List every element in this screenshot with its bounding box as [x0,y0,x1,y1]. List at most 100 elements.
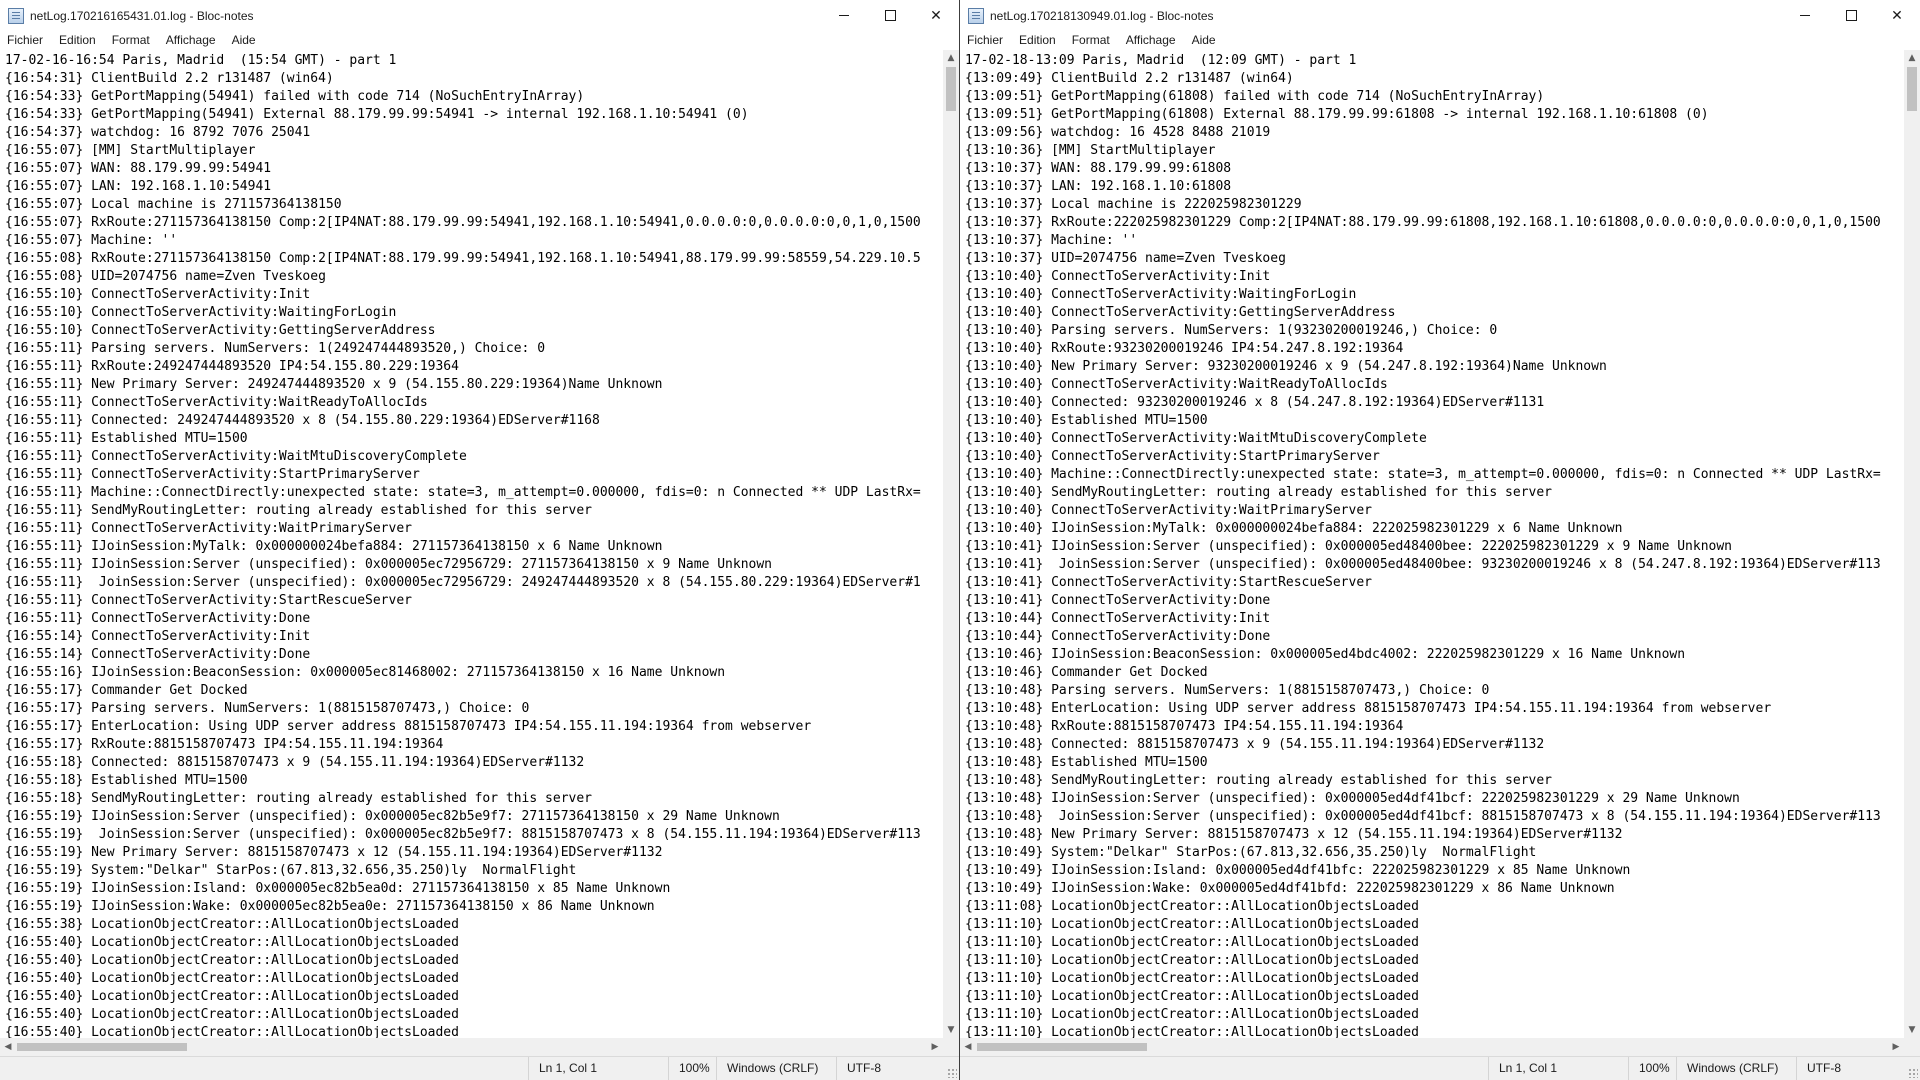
log-line: {16:55:17} RxRoute:8815158707473 IP4:54.… [5,737,444,752]
log-line: {16:55:11} RxRoute:249247444893520 IP4:5… [5,359,459,374]
log-line: {16:55:18} Connected: 8815158707473 x 9 … [5,755,585,770]
log-text: 17-02-16-16:54 Paris, Madrid (15:54 GMT)… [0,50,943,1038]
title-bar[interactable]: netLog.170218130949.01.log - Bloc-notes … [960,0,1920,31]
scrollbar-corner [1904,1038,1920,1056]
log-line: {13:09:56} watchdog: 16 4528 8488 21019 [965,125,1271,140]
menu-edition[interactable]: Edition [51,31,104,50]
log-line: {16:55:40} LocationObjectCreator::AllLoc… [5,971,459,986]
maximize-icon[interactable] [1828,0,1874,31]
log-line: {13:10:44} ConnectToServerActivity:Done [965,629,1271,644]
zoom-level: 100% [1628,1057,1676,1080]
scrollbar-corner [943,1038,959,1056]
log-line: {13:10:40} Established MTU=1500 [965,413,1208,428]
menu-aide[interactable]: Aide [1184,31,1224,50]
scroll-right-icon[interactable]: ▶ [927,1038,943,1056]
log-line: {13:10:40} SendMyRoutingLetter: routing … [965,485,1552,500]
window-controls: ✕ [821,0,959,31]
resize-grip-icon[interactable] [947,1068,957,1078]
close-icon[interactable]: ✕ [1874,0,1920,31]
close-icon[interactable]: ✕ [913,0,959,31]
log-line: {16:55:11} IJoinSession:Server (unspecif… [5,557,773,572]
log-line: {13:10:40} ConnectToServerActivity:WaitR… [965,377,1388,392]
scroll-left-icon[interactable]: ◀ [960,1038,976,1056]
log-line: {13:10:40} ConnectToServerActivity:WaitM… [965,431,1427,446]
log-line: {13:11:10} LocationObjectCreator::AllLoc… [965,971,1419,986]
log-line: {13:10:48} JoinSession:Server (unspecifi… [965,809,1881,824]
log-line: {16:55:11} ConnectToServerActivity:WaitM… [5,449,467,464]
menu-aide[interactable]: Aide [224,31,264,50]
zoom-level: 100% [668,1057,716,1080]
log-line: {16:55:10} ConnectToServerActivity:Getti… [5,323,436,338]
log-line: {13:11:10} LocationObjectCreator::AllLoc… [965,917,1419,932]
log-line: {13:09:49} ClientBuild 2.2 r131487 (win6… [965,71,1294,86]
log-line: {13:10:40} IJoinSession:MyTalk: 0x000000… [965,521,1623,536]
log-line: {13:10:48} Established MTU=1500 [965,755,1208,770]
scroll-thumb[interactable] [977,1043,1147,1051]
minimize-icon[interactable] [821,0,867,31]
text-editor[interactable]: 17-02-16-16:54 Paris, Madrid (15:54 GMT)… [0,50,943,1038]
encoding: UTF-8 [1796,1057,1920,1080]
log-line: {16:55:08} RxRoute:271157364138150 Comp:… [5,251,921,266]
menu-affichage[interactable]: Affichage [158,31,224,50]
resize-grip-icon[interactable] [1908,1068,1918,1078]
scroll-down-icon[interactable]: ▼ [943,1022,959,1038]
notepad-window-left: netLog.170216165431.01.log - Bloc-notes … [0,0,959,1080]
log-line: {13:10:44} ConnectToServerActivity:Init [965,611,1271,626]
window-controls: ✕ [1782,0,1920,31]
scroll-thumb[interactable] [946,67,956,111]
horizontal-scrollbar[interactable]: ◀ ▶ [960,1038,1904,1056]
window-title: netLog.170216165431.01.log - Bloc-notes [30,8,254,23]
log-line: {16:55:11} IJoinSession:MyTalk: 0x000000… [5,539,663,554]
log-line: {16:55:40} LocationObjectCreator::AllLoc… [5,1025,459,1038]
menu-fichier[interactable]: Fichier [0,31,51,50]
scroll-left-icon[interactable]: ◀ [0,1038,16,1056]
log-line: {16:55:10} ConnectToServerActivity:Waiti… [5,305,397,320]
log-line: {13:10:37} RxRoute:222025982301229 Comp:… [965,215,1881,230]
log-line: {16:55:11} SendMyRoutingLetter: routing … [5,503,592,518]
log-line: {13:10:41} ConnectToServerActivity:Done [965,593,1271,608]
log-line: {16:55:11} ConnectToServerActivity:Start… [5,467,420,482]
scroll-right-icon[interactable]: ▶ [1888,1038,1904,1056]
minimize-icon[interactable] [1782,0,1828,31]
scroll-up-icon[interactable]: ▲ [943,50,959,66]
log-line: {16:54:33} GetPortMapping(54941) Externa… [5,107,749,122]
menu-format[interactable]: Format [104,31,158,50]
menu-affichage[interactable]: Affichage [1118,31,1184,50]
log-line: {13:10:37} WAN: 88.179.99.99:61808 [965,161,1232,176]
log-line: {13:10:49} IJoinSession:Wake: 0x000005ed… [965,881,1615,896]
scroll-down-icon[interactable]: ▼ [1904,1022,1920,1038]
log-line: {13:10:41} IJoinSession:Server (unspecif… [965,539,1733,554]
menu-fichier[interactable]: Fichier [960,31,1011,50]
log-line: {13:10:48} Parsing servers. NumServers: … [965,683,1490,698]
title-bar[interactable]: netLog.170216165431.01.log - Bloc-notes … [0,0,959,31]
log-line: {13:11:10} LocationObjectCreator::AllLoc… [965,953,1419,968]
log-line: {13:10:48} EnterLocation: Using UDP serv… [965,701,1772,716]
log-line: {13:10:37} Local machine is 222025982301… [965,197,1302,212]
vertical-scrollbar[interactable]: ▲ ▼ [943,50,959,1038]
scroll-up-icon[interactable]: ▲ [1904,50,1920,66]
log-line: {16:55:40} LocationObjectCreator::AllLoc… [5,1007,459,1022]
log-line: {13:11:10} LocationObjectCreator::AllLoc… [965,1007,1419,1022]
log-line: {16:55:16} IJoinSession:BeaconSession: 0… [5,665,726,680]
scroll-thumb[interactable] [1907,67,1917,111]
scroll-thumb[interactable] [17,1043,187,1051]
horizontal-scrollbar[interactable]: ◀ ▶ [0,1038,943,1056]
window-title: netLog.170218130949.01.log - Bloc-notes [990,8,1214,23]
log-line: {16:55:40} LocationObjectCreator::AllLoc… [5,953,459,968]
menu-bar: Fichier Edition Format Affichage Aide [960,31,1920,50]
notepad-window-right: netLog.170218130949.01.log - Bloc-notes … [960,0,1920,1080]
maximize-icon[interactable] [867,0,913,31]
log-line: {16:55:14} ConnectToServerActivity:Done [5,647,311,662]
log-line: {16:55:11} Established MTU=1500 [5,431,248,446]
menu-edition[interactable]: Edition [1011,31,1064,50]
log-line: {16:55:19} IJoinSession:Server (unspecif… [5,809,780,824]
log-line: {16:55:17} EnterLocation: Using UDP serv… [5,719,812,734]
line-ending: Windows (CRLF) [1676,1057,1796,1080]
log-line: {16:55:08} UID=2074756 name=Zven Tveskoe… [5,269,326,284]
text-editor[interactable]: 17-02-18-13:09 Paris, Madrid (12:09 GMT)… [960,50,1904,1038]
menu-format[interactable]: Format [1064,31,1118,50]
vertical-scrollbar[interactable]: ▲ ▼ [1904,50,1920,1038]
line-ending: Windows (CRLF) [716,1057,836,1080]
log-line: {13:11:08} LocationObjectCreator::AllLoc… [965,899,1419,914]
log-line: {13:09:51} GetPortMapping(61808) failed … [965,89,1545,104]
